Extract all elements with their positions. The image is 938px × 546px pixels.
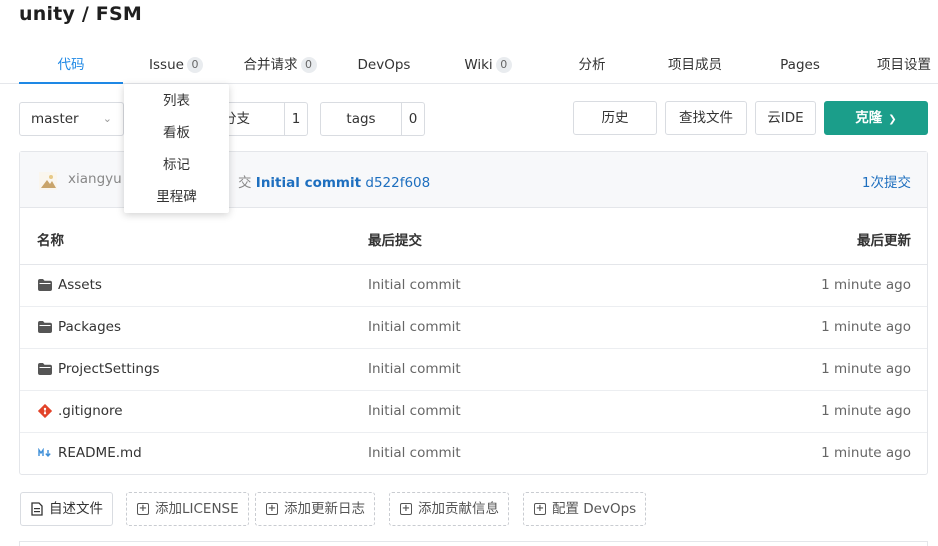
folder-icon [38, 278, 52, 292]
configure-devops-button[interactable]: + 配置 DevOps [523, 492, 647, 526]
active-tab-indicator [19, 82, 123, 84]
plus-square-icon: + [266, 503, 278, 515]
table-row[interactable]: Packages Initial commit 1 minute ago [20, 307, 927, 349]
commit-author-name: xiangyu [68, 171, 122, 187]
commit-verb-tail: 交 [238, 175, 252, 191]
tab-issue[interactable]: Issue 0 [124, 46, 228, 84]
commit-count-link[interactable]: 1次提交 [862, 171, 911, 191]
tab-analytics[interactable]: 分析 [544, 46, 640, 84]
add-changelog-label: 添加更新日志 [284, 501, 365, 517]
history-button[interactable]: 历史 [573, 101, 657, 135]
tab-merge-requests-label: 合并请求 [243, 57, 298, 73]
table-row[interactable]: Assets Initial commit 1 minute ago [20, 265, 927, 307]
git-icon [38, 404, 52, 418]
file-name: Assets [58, 277, 102, 293]
markdown-icon [38, 446, 52, 460]
file-last-commit[interactable]: Initial commit [368, 403, 461, 419]
next-panel-edge [19, 541, 928, 546]
file-name: ProjectSettings [58, 361, 160, 377]
tab-analytics-label: 分析 [578, 57, 606, 73]
tab-code[interactable]: 代码 [19, 46, 123, 84]
file-text-icon [31, 502, 43, 516]
configure-devops-label: 配置 DevOps [552, 501, 637, 517]
branches-count: 1 [291, 111, 301, 127]
tab-issue-badge: 0 [186, 57, 203, 73]
tags-count: 0 [408, 111, 418, 127]
file-last-update: 1 minute ago [821, 361, 911, 377]
file-name: Packages [58, 319, 121, 335]
table-header: 名称 最后提交 最后更新 [20, 208, 927, 265]
readme-button[interactable]: 自述文件 [20, 492, 113, 526]
chevron-down-icon: ⌄ [102, 112, 112, 125]
commit-message-text: Initial commit [255, 175, 362, 191]
add-license-button[interactable]: + 添加LICENSE [126, 492, 249, 526]
project-tabs: 代码 Issue 0 合并请求 0 DevOps Wiki 0 分析 项目成员 Pag… [0, 46, 938, 84]
file-name-cell[interactable]: Assets [38, 277, 102, 293]
cloud-ide-button[interactable]: 云IDE [755, 101, 816, 135]
readme-button-label: 自述文件 [49, 501, 103, 517]
chevron-down-icon: ❯ [888, 114, 897, 125]
add-contributing-button[interactable]: + 添加贡献信息 [389, 492, 509, 526]
repo-title: unity / FSM [19, 3, 142, 25]
file-name-cell[interactable]: ProjectSettings [38, 361, 160, 377]
folder-icon [38, 320, 52, 334]
column-header-last-update: 最后更新 [857, 233, 911, 249]
plus-square-icon: + [137, 503, 149, 515]
file-last-commit[interactable]: Initial commit [368, 277, 461, 293]
add-changelog-button[interactable]: + 添加更新日志 [255, 492, 375, 526]
file-last-update: 1 minute ago [821, 277, 911, 293]
file-name: README.md [58, 445, 142, 461]
find-file-button[interactable]: 查找文件 [665, 101, 747, 135]
tab-wiki[interactable]: Wiki 0 [440, 46, 536, 84]
tab-merge-requests[interactable]: 合并请求 0 [232, 46, 328, 84]
tab-code-label: 代码 [57, 57, 85, 73]
column-header-last-commit: 最后提交 [368, 233, 422, 249]
tags-button[interactable]: tags 0 [320, 102, 425, 136]
table-row[interactable]: ProjectSettings Initial commit 1 minute … [20, 349, 927, 391]
column-header-name: 名称 [37, 233, 64, 249]
tab-members[interactable]: 项目成员 [647, 46, 743, 84]
plus-square-icon: + [534, 503, 546, 515]
menu-item-issue-list[interactable]: 列表 [124, 85, 229, 117]
clone-label: 克隆 [855, 110, 883, 126]
clone-button[interactable]: 克隆 ❯ [824, 101, 928, 135]
file-last-commit[interactable]: Initial commit [368, 319, 461, 335]
commit-message[interactable]: 交 Initial commit d522f608 [238, 171, 430, 191]
file-last-update: 1 minute ago [821, 319, 911, 335]
menu-item-issue-labels[interactable]: 标记 [124, 149, 229, 181]
tab-issue-label: Issue [149, 57, 184, 73]
file-name-cell[interactable]: .gitignore [38, 403, 123, 419]
tab-pages-label: Pages [780, 57, 820, 73]
tab-settings[interactable]: 项目设置 [856, 46, 938, 84]
branch-select-value: master [31, 111, 79, 127]
file-last-update: 1 minute ago [821, 403, 911, 419]
tab-settings-label: 项目设置 [877, 57, 931, 73]
commit-hash: d522f608 [365, 175, 431, 191]
file-last-commit[interactable]: Initial commit [368, 361, 461, 377]
file-last-update: 1 minute ago [821, 445, 911, 461]
plus-square-icon: + [400, 503, 412, 515]
table-row[interactable]: .gitignore Initial commit 1 minute ago [20, 391, 927, 433]
add-contributing-label: 添加贡献信息 [418, 501, 499, 517]
tab-merge-requests-badge: 0 [300, 57, 317, 73]
file-name-cell[interactable]: Packages [38, 319, 121, 335]
tab-devops-label: DevOps [357, 57, 411, 73]
file-name: .gitignore [58, 403, 123, 419]
tab-members-label: 项目成员 [668, 57, 722, 73]
tab-wiki-label: Wiki [464, 57, 493, 73]
tab-pages[interactable]: Pages [752, 46, 848, 84]
file-name-cell[interactable]: README.md [38, 445, 142, 461]
file-last-commit[interactable]: Initial commit [368, 445, 461, 461]
tags-label: tags [321, 103, 402, 135]
issue-dropdown-menu: 列表 看板 标记 里程碑 [124, 84, 229, 213]
tab-wiki-badge: 0 [495, 57, 512, 73]
menu-item-issue-milestones[interactable]: 里程碑 [124, 181, 229, 213]
menu-item-issue-board[interactable]: 看板 [124, 117, 229, 149]
folder-icon [38, 362, 52, 376]
add-license-label: 添加LICENSE [155, 501, 239, 517]
table-row[interactable]: README.md Initial commit 1 minute ago [20, 433, 927, 475]
avatar[interactable] [39, 172, 57, 190]
tab-devops[interactable]: DevOps [336, 46, 432, 84]
branch-select[interactable]: master ⌄ [19, 102, 124, 136]
